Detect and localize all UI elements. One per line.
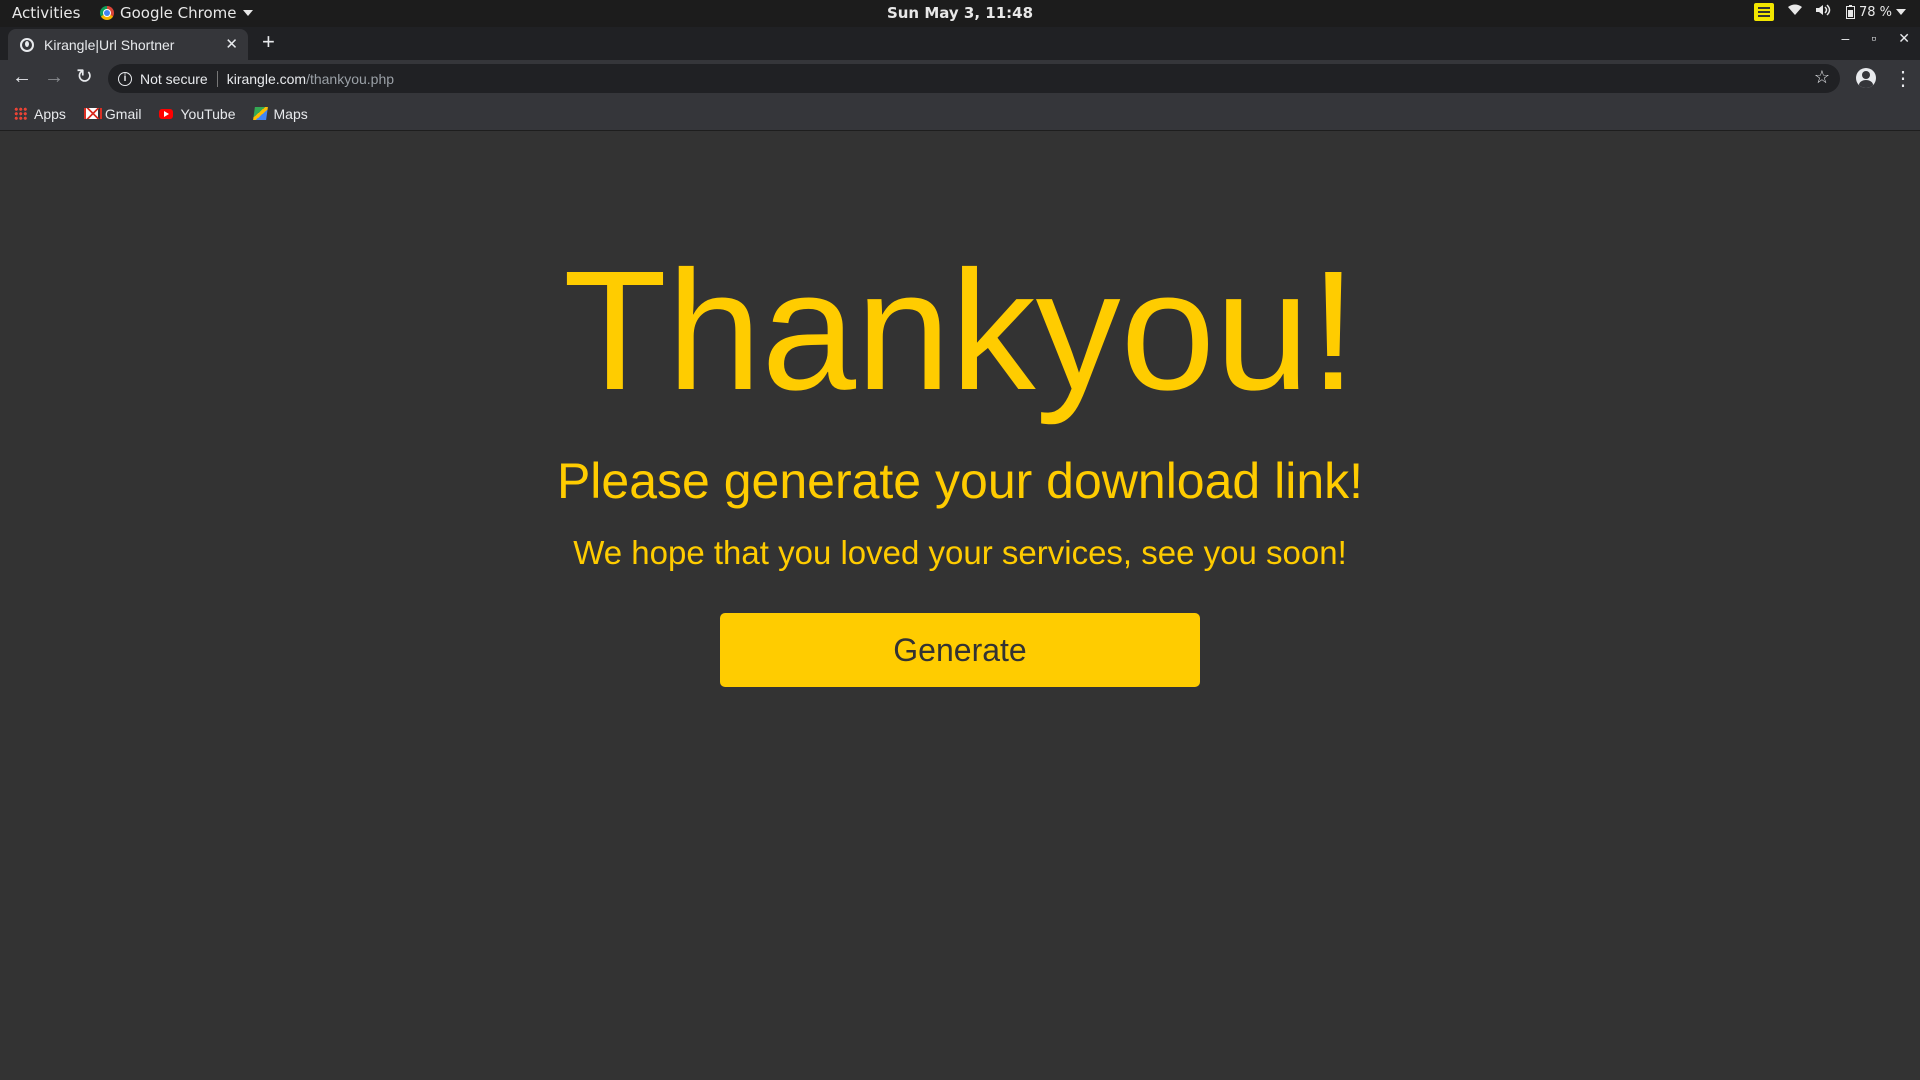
page-subtitle: Please generate your download link! [556, 453, 1364, 509]
youtube-icon [159, 108, 174, 119]
bookmark-label: Apps [34, 105, 66, 122]
address-bar[interactable]: i Not secure kirangle.com/thankyou.php ☆ [108, 64, 1840, 93]
bookmark-label: Maps [273, 105, 308, 122]
minimize-icon[interactable]: – [1842, 30, 1850, 47]
generate-button[interactable]: Generate [720, 613, 1200, 687]
battery-icon [1845, 5, 1855, 19]
new-tab-button[interactable]: + [262, 31, 275, 53]
bookmark-label: YouTube [180, 105, 236, 122]
wifi-icon [1787, 4, 1802, 20]
security-label[interactable]: Not secure [140, 71, 208, 87]
info-icon[interactable]: i [118, 71, 132, 86]
close-icon[interactable]: ✕ [225, 35, 238, 53]
page-tagline: We hope that you loved your services, se… [573, 534, 1347, 571]
globe-icon [20, 37, 34, 52]
star-icon[interactable]: ☆ [1814, 67, 1830, 88]
clock[interactable]: Sun May 3, 11:48 [0, 4, 1920, 22]
close-window-icon[interactable]: ✕ [1898, 30, 1910, 47]
tab-title: Kirangle|Url Shortner [44, 36, 175, 53]
bookmark-label: Gmail [104, 105, 142, 122]
battery-percentage: 78 % [1858, 4, 1892, 20]
divider [216, 70, 218, 87]
url-domain: kirangle.com [226, 70, 307, 87]
reload-icon[interactable]: ↻ [76, 66, 93, 88]
browser-tab[interactable]: Kirangle|Url Shortner ✕ [8, 29, 248, 60]
back-icon[interactable]: ← [12, 66, 32, 88]
system-tray[interactable]: 78 % [1753, 3, 1906, 21]
browser-toolbar: ← → ↻ i Not secure kirangle.com/thankyou… [0, 60, 1920, 97]
bookmark-maps[interactable]: Maps [252, 105, 308, 122]
bookmarks-bar: Apps Gmail YouTube Maps [0, 97, 1920, 131]
url-path: /thankyou.php [306, 70, 395, 87]
tab-strip: Kirangle|Url Shortner ✕ [0, 27, 1920, 60]
chevron-down-icon [1896, 9, 1906, 15]
page-content: Thankyou! Please generate your download … [0, 131, 1920, 1080]
battery-status: 78 % [1845, 4, 1906, 20]
bookmark-apps[interactable]: Apps [14, 106, 66, 122]
bookmark-youtube[interactable]: YouTube [159, 105, 236, 122]
volume-icon [1815, 4, 1832, 20]
maps-icon [252, 107, 268, 120]
window-controls: – ▫ ✕ [1842, 30, 1911, 47]
menu-icon[interactable]: ⋮ [1893, 66, 1913, 91]
bookmark-gmail[interactable]: Gmail [83, 105, 142, 122]
forward-icon[interactable]: → [44, 66, 64, 88]
profile-icon[interactable] [1856, 68, 1876, 88]
maximize-icon[interactable]: ▫ [1871, 30, 1876, 47]
notes-icon[interactable] [1753, 3, 1774, 21]
system-top-bar: Activities Google Chrome Sun May 3, 11:4… [0, 0, 1920, 27]
gmail-icon [83, 108, 102, 119]
apps-icon [14, 107, 27, 120]
page-title: Thankyou! [563, 236, 1357, 426]
